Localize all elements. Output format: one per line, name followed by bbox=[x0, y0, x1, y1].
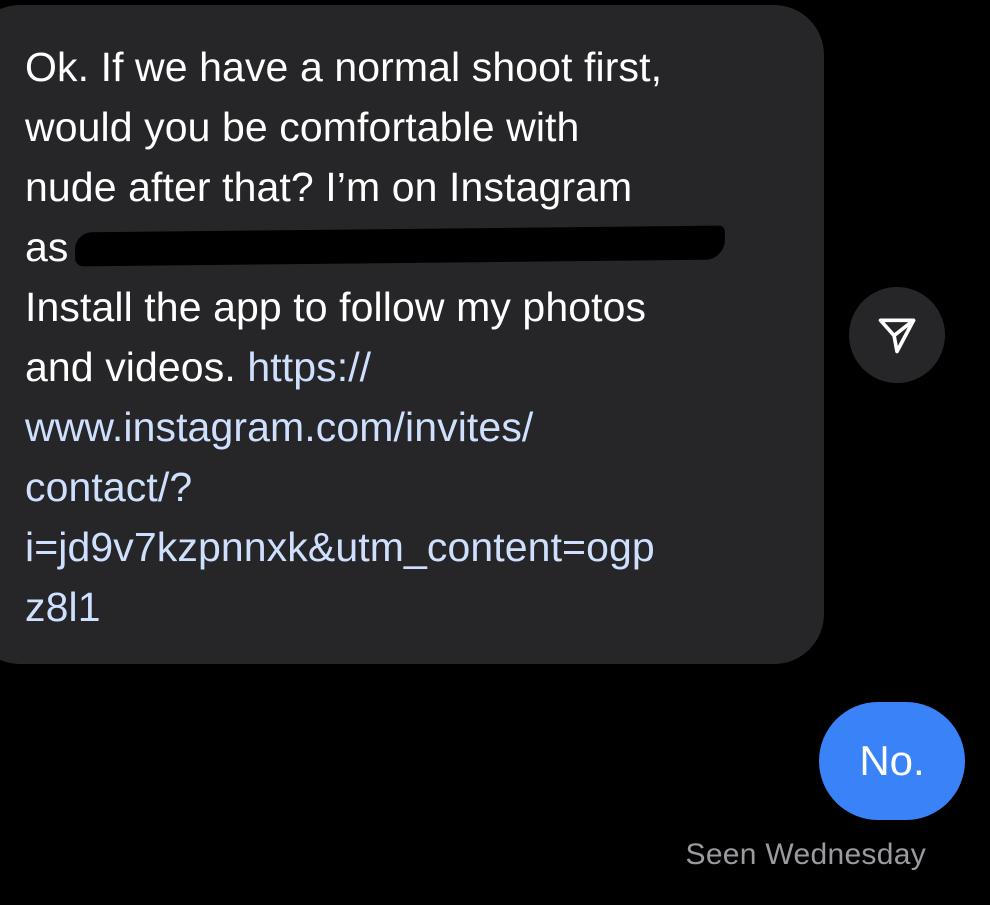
message-line: would you be comfortable with bbox=[25, 104, 580, 150]
message-line: and videos. bbox=[25, 344, 236, 390]
message-line: nude after that? I’m on Instagram bbox=[25, 164, 633, 210]
link-line: www.instagram.com/invites/ bbox=[25, 397, 784, 457]
outgoing-message-bubble[interactable]: No. bbox=[819, 702, 965, 820]
message-line: Ok. If we have a normal shoot first, bbox=[25, 44, 663, 90]
instagram-invite-link[interactable]: www.instagram.com/invites/ bbox=[25, 404, 533, 450]
incoming-message-text: Ok. If we have a normal shoot first, wou… bbox=[25, 37, 784, 637]
instagram-invite-link[interactable]: contact/? bbox=[25, 464, 192, 510]
outgoing-message-text: No. bbox=[859, 737, 925, 784]
incoming-message-bubble[interactable]: Ok. If we have a normal shoot first, wou… bbox=[0, 5, 824, 664]
message-line: Install the app to follow my photos bbox=[25, 284, 647, 330]
instagram-invite-link[interactable]: i=jd9v7kzpnnxk&utm_content=ogp bbox=[25, 524, 655, 570]
share-message-button[interactable] bbox=[849, 287, 945, 383]
link-line: z8l1 bbox=[25, 577, 784, 637]
message-line-redacted: as bbox=[25, 217, 784, 277]
redaction-mark bbox=[74, 225, 725, 267]
message-line-with-link: and videos. https:// bbox=[25, 337, 784, 397]
link-line: i=jd9v7kzpnnxk&utm_content=ogp bbox=[25, 517, 784, 577]
instagram-invite-link[interactable]: https:// bbox=[247, 344, 371, 390]
instagram-invite-link[interactable]: z8l1 bbox=[25, 584, 101, 630]
message-line: as bbox=[25, 224, 69, 270]
seen-status: Seen Wednesday bbox=[685, 838, 926, 871]
message-thread: Ok. If we have a normal shoot first, wou… bbox=[0, 0, 990, 905]
link-line: contact/? bbox=[25, 457, 784, 517]
paper-plane-icon bbox=[878, 318, 916, 354]
